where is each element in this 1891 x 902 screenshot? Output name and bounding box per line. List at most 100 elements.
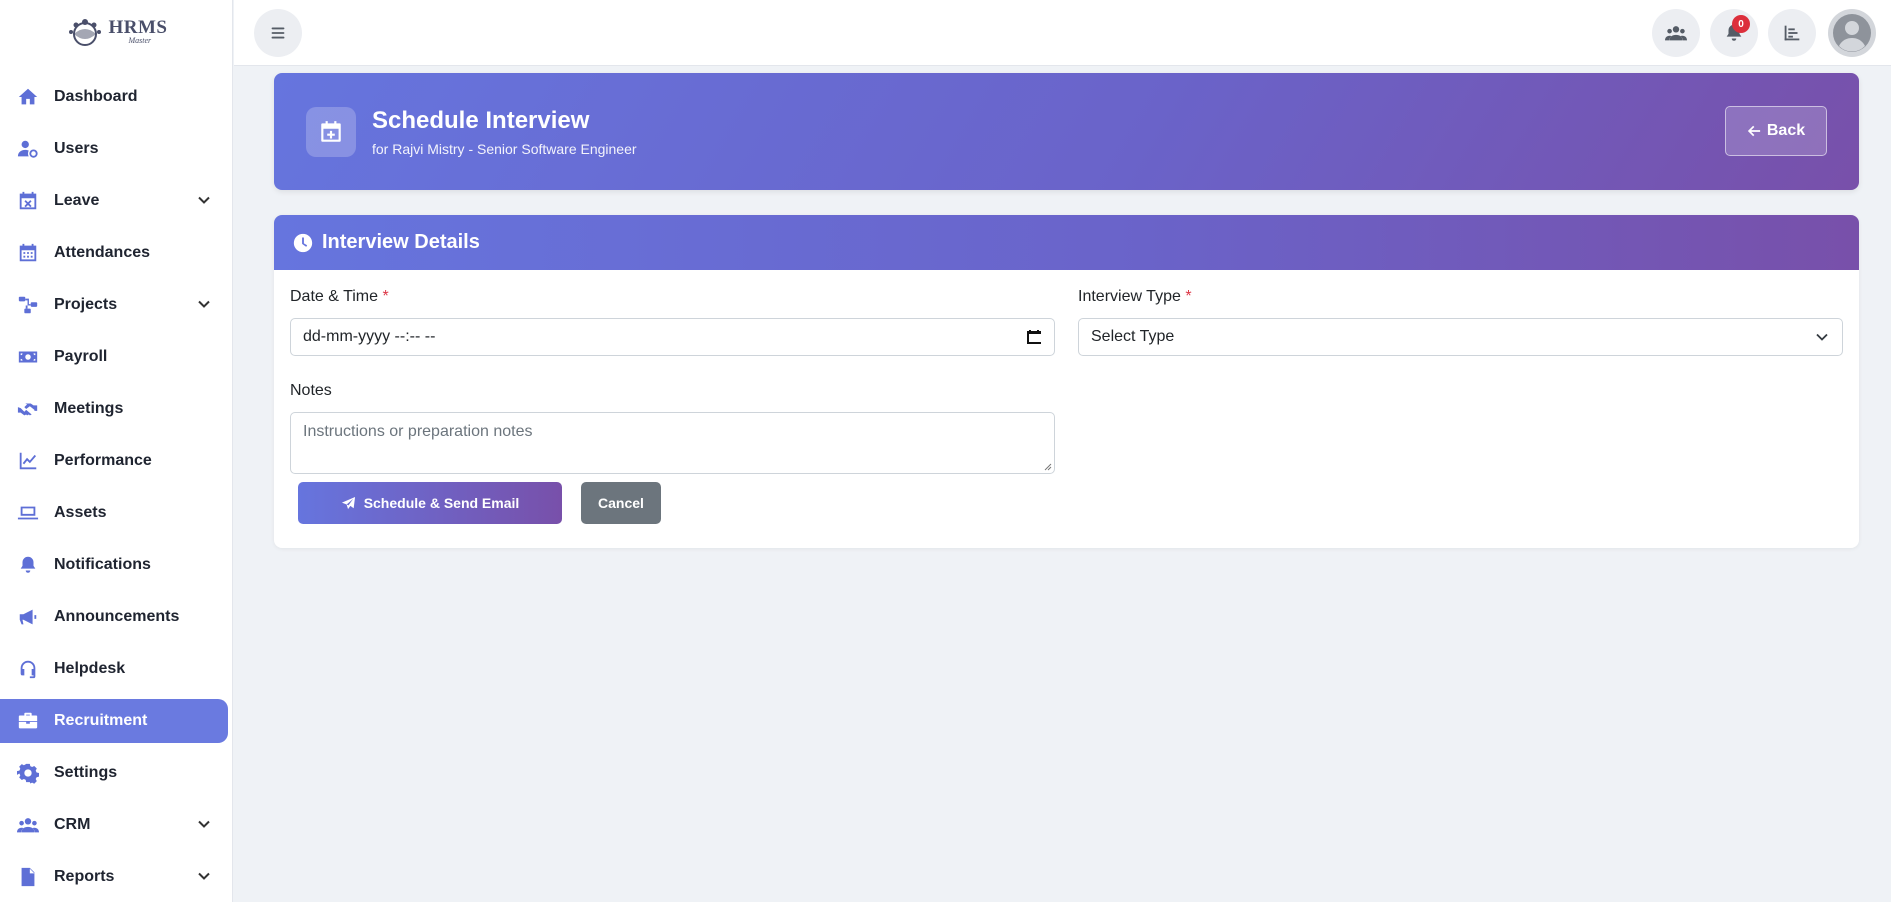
clock-icon — [293, 233, 313, 252]
calendar-x-icon — [16, 189, 40, 213]
users-icon — [16, 813, 40, 837]
gear-icon — [16, 761, 40, 785]
user-avatar[interactable] — [1828, 9, 1876, 57]
required-mark: * — [1185, 288, 1192, 305]
sidebar-item-label: Settings — [54, 764, 118, 781]
handshake-icon — [16, 397, 40, 421]
sidebar-item-label: Meetings — [54, 400, 124, 417]
sidebar-item-notifications[interactable]: Notifications — [0, 543, 232, 587]
briefcase-icon — [16, 709, 40, 733]
datetime-label-text: Date & Time — [290, 288, 379, 305]
sidebar-item-payroll[interactable]: Payroll — [0, 335, 232, 379]
sidebar-item-label: Performance — [54, 452, 152, 469]
sidebar-item-announcements[interactable]: Announcements — [0, 595, 232, 639]
cancel-button[interactable]: Cancel — [581, 482, 661, 524]
sidebar-item-label: Reports — [54, 868, 115, 885]
chevron-down-icon[interactable] — [196, 816, 212, 832]
sidebar-item-reports[interactable]: Reports — [0, 855, 232, 899]
file-icon — [16, 865, 40, 889]
notification-badge: 0 — [1732, 15, 1750, 33]
interview-type-label-text: Interview Type — [1078, 288, 1181, 305]
sidebar-item-label: Dashboard — [54, 88, 138, 105]
chevron-down-icon — [1816, 333, 1828, 341]
team-button[interactable] — [1652, 9, 1700, 57]
datetime-label: Date & Time * — [290, 288, 389, 306]
sidebar-item-label: Notifications — [54, 556, 151, 573]
resize-handle-icon[interactable] — [1044, 463, 1052, 471]
required-mark: * — [382, 288, 389, 305]
bell-icon — [16, 553, 40, 577]
chevron-down-icon[interactable] — [196, 296, 212, 312]
hamburger-icon — [271, 27, 285, 39]
line-chart-icon — [16, 449, 40, 473]
sidebar-item-recruitment[interactable]: Recruitment — [0, 699, 228, 743]
paper-plane-icon — [341, 496, 355, 509]
sidebar-item-performance[interactable]: Performance — [0, 439, 232, 483]
sidebar-item-label: Recruitment — [54, 712, 148, 729]
page-subtitle: for Rajvi Mistry - Senior Software Engin… — [372, 141, 637, 157]
datetime-input[interactable]: dd-mm-yyyy --:-- -- — [290, 318, 1055, 356]
notifications-button[interactable]: 0 — [1710, 9, 1758, 57]
sidebar-item-label: Announcements — [54, 608, 180, 625]
interview-details-card: Interview Details Date & Time * dd-mm-yy… — [274, 215, 1859, 548]
page-header-banner: Schedule Interview for Rajvi Mistry - Se… — [274, 73, 1859, 190]
sidebar-item-projects[interactable]: Projects — [0, 283, 232, 327]
headset-icon — [16, 657, 40, 681]
sidebar-item-assets[interactable]: Assets — [0, 491, 232, 535]
sidebar-item-meetings[interactable]: Meetings — [0, 387, 232, 431]
notes-label: Notes — [290, 382, 332, 399]
back-button-label: Back — [1766, 122, 1806, 139]
sidebar-item-settings[interactable]: Settings — [0, 751, 232, 795]
notes-placeholder: Instructions or preparation notes — [303, 423, 533, 440]
card-title: Interview Details — [322, 231, 480, 253]
money-bill-icon — [16, 345, 40, 369]
home-icon — [16, 85, 40, 109]
schedule-send-email-label: Schedule & Send Email — [363, 495, 520, 511]
sidebar-item-label: Payroll — [54, 348, 108, 365]
sidebar-item-label: Leave — [54, 192, 100, 209]
sidebar-item-label: CRM — [54, 816, 91, 833]
users-icon — [1665, 26, 1687, 41]
sidebar: HRMS Master Dashboard Users Leave Attendanc… — [0, 0, 233, 902]
calendar-icon[interactable] — [1026, 329, 1042, 345]
sidebar-item-dashboard[interactable]: Dashboard — [0, 75, 232, 119]
user-circle-icon — [1833, 14, 1871, 52]
menu-toggle-button[interactable] — [254, 9, 302, 57]
page-title: Schedule Interview — [372, 107, 590, 134]
logo-title: HRMS — [108, 16, 168, 38]
sidebar-item-label: Assets — [54, 504, 107, 521]
sidebar-nav: Dashboard Users Leave Attendances Projects Pa… — [0, 75, 232, 899]
interview-type-select[interactable]: Select Type — [1078, 318, 1843, 356]
sidebar-item-label: Projects — [54, 296, 118, 313]
datetime-input-value: dd-mm-yyyy --:-- -- — [303, 328, 436, 345]
interview-type-label: Interview Type * — [1078, 288, 1192, 306]
bar-chart-icon — [1784, 25, 1800, 41]
logo[interactable]: HRMS Master — [0, 0, 232, 62]
sidebar-item-label: Attendances — [54, 244, 151, 261]
sidebar-item-leave[interactable]: Leave — [0, 179, 232, 223]
sidebar-item-label: Helpdesk — [54, 660, 126, 677]
sidebar-item-users[interactable]: Users — [0, 127, 232, 171]
logo-subtitle: Master — [128, 35, 152, 45]
interview-type-selected: Select Type — [1091, 328, 1175, 345]
topbar: 0 — [234, 0, 1891, 66]
calendar-plus-icon — [306, 107, 356, 157]
sidebar-item-attendances[interactable]: Attendances — [0, 231, 232, 275]
card-header: Interview Details — [274, 215, 1859, 270]
sidebar-item-crm[interactable]: CRM — [0, 803, 232, 847]
project-diagram-icon — [16, 293, 40, 317]
notes-textarea[interactable]: Instructions or preparation notes — [290, 412, 1055, 474]
laptop-icon — [16, 501, 40, 525]
chevron-down-icon[interactable] — [196, 868, 212, 884]
sidebar-item-helpdesk[interactable]: Helpdesk — [0, 647, 232, 691]
chevron-down-icon[interactable] — [196, 192, 212, 208]
sidebar-item-label: Users — [54, 140, 99, 157]
back-button[interactable]: Back — [1725, 106, 1827, 156]
schedule-send-email-button[interactable]: Schedule & Send Email — [298, 482, 562, 524]
megaphone-icon — [16, 605, 40, 629]
calendar-grid-icon — [16, 241, 40, 265]
user-cog-icon — [16, 137, 40, 161]
arrow-left-icon — [1747, 125, 1760, 137]
logo-emblem-icon — [68, 19, 101, 46]
reports-button[interactable] — [1768, 9, 1816, 57]
